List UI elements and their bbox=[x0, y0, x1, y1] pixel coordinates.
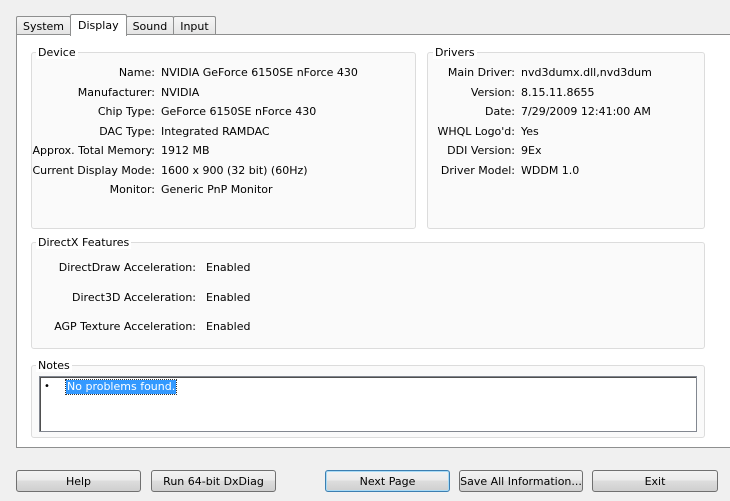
direct3d-label: Direct3D Acceleration: bbox=[72, 290, 196, 304]
main-driver-label: Main Driver: bbox=[447, 65, 515, 79]
direct3d-row: Direct3D Acceleration: Enabled bbox=[0, 289, 250, 305]
agp-texture-row: AGP Texture Acceleration: Enabled bbox=[0, 318, 250, 334]
tab-system[interactable]: System bbox=[16, 16, 72, 35]
agp-texture-value: Enabled bbox=[206, 319, 251, 333]
notes-title: Notes bbox=[36, 359, 72, 372]
save-all-information-button[interactable]: Save All Information... bbox=[459, 470, 583, 492]
directdraw-value: Enabled bbox=[206, 260, 251, 274]
drivers-row-whql: WHQL Logo'd: Yes bbox=[0, 123, 539, 139]
device-row-monitor: Monitor: Generic PnP Monitor bbox=[0, 181, 273, 197]
version-value: 8.15.11.8655 bbox=[521, 85, 595, 99]
notes-text-area[interactable]: • No problems found. bbox=[39, 376, 697, 432]
device-group-title: Device bbox=[36, 46, 78, 59]
date-value: 7/29/2009 12:41:00 AM bbox=[521, 104, 651, 118]
tab-display[interactable]: Display bbox=[70, 14, 127, 36]
whql-label: WHQL Logo'd: bbox=[437, 124, 515, 138]
tab-strip: System Display Sound Input bbox=[16, 14, 216, 36]
agp-texture-label: AGP Texture Acceleration: bbox=[54, 319, 196, 333]
monitor-label: Monitor: bbox=[109, 182, 155, 196]
direct3d-value: Enabled bbox=[206, 290, 251, 304]
ddi-version-value: 9Ex bbox=[521, 143, 542, 157]
main-driver-value: nvd3dumx.dll,nvd3dum bbox=[521, 65, 652, 79]
date-label: Date: bbox=[485, 104, 515, 118]
run-64bit-dxdiag-button[interactable]: Run 64-bit DxDiag bbox=[151, 470, 276, 492]
driver-model-label: Driver Model: bbox=[440, 163, 515, 177]
directdraw-row: DirectDraw Acceleration: Enabled bbox=[0, 259, 251, 275]
whql-value: Yes bbox=[521, 124, 539, 138]
directx-features-title: DirectX Features bbox=[36, 236, 132, 249]
version-label: Version: bbox=[470, 85, 515, 99]
drivers-group-title: Drivers bbox=[433, 46, 477, 59]
directdraw-label: DirectDraw Acceleration: bbox=[58, 260, 196, 274]
tab-input[interactable]: Input bbox=[173, 16, 216, 35]
tab-sound[interactable]: Sound bbox=[125, 16, 175, 35]
drivers-row-date: Date: 7/29/2009 12:41:00 AM bbox=[0, 103, 651, 119]
ddi-version-label: DDI Version: bbox=[447, 143, 515, 157]
exit-button[interactable]: Exit bbox=[592, 470, 718, 492]
notes-selected-text[interactable]: No problems found. bbox=[64, 379, 178, 395]
monitor-value: Generic PnP Monitor bbox=[161, 182, 273, 196]
drivers-row-ddi: DDI Version: 9Ex bbox=[0, 142, 541, 158]
notes-bullet: • bbox=[44, 381, 50, 392]
drivers-row-model: Driver Model: WDDM 1.0 bbox=[0, 162, 579, 178]
drivers-row-main: Main Driver: nvd3dumx.dll,nvd3dum bbox=[0, 64, 652, 80]
help-button[interactable]: Help bbox=[16, 470, 141, 492]
next-page-button[interactable]: Next Page bbox=[325, 470, 450, 492]
drivers-row-version: Version: 8.15.11.8655 bbox=[0, 84, 595, 100]
driver-model-value: WDDM 1.0 bbox=[521, 163, 580, 177]
